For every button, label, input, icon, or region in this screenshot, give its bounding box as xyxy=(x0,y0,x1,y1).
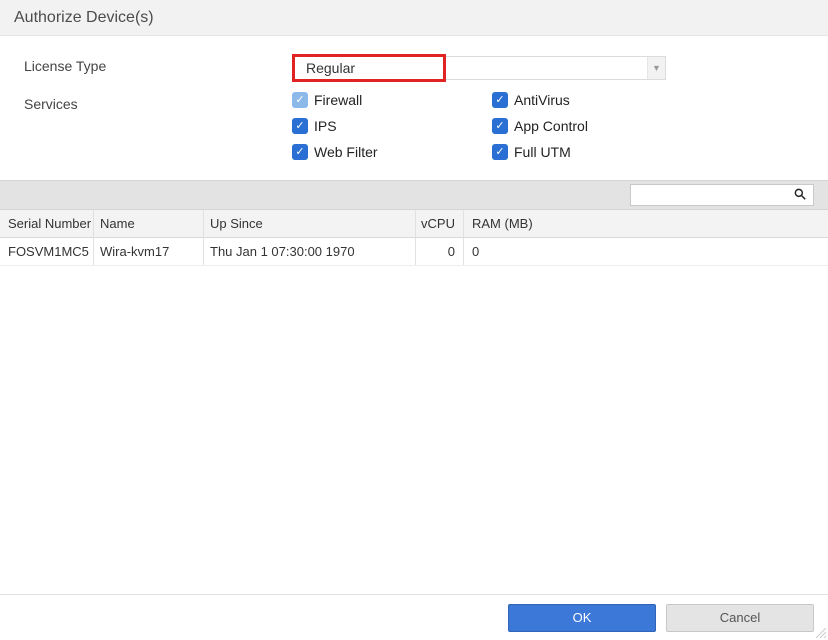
ok-button[interactable]: OK xyxy=(508,604,656,632)
cell-serial: FOSVM1MC5 xyxy=(0,238,94,265)
service-antivirus[interactable]: ✓ AntiVirus xyxy=(492,92,692,108)
label-license-type: License Type xyxy=(24,52,292,74)
service-firewall[interactable]: ✓ Firewall xyxy=(292,92,492,108)
cancel-button[interactable]: Cancel xyxy=(666,604,814,632)
value-services: ✓ Firewall ✓ AntiVirus ✓ IPS ✓ App Contr… xyxy=(292,90,812,162)
service-webfilter[interactable]: ✓ Web Filter xyxy=(292,144,492,160)
service-fullutm[interactable]: ✓ Full UTM xyxy=(492,144,692,160)
service-label: Full UTM xyxy=(514,144,571,160)
col-name[interactable]: Name xyxy=(94,210,204,237)
device-table: Serial Number Name Up Since vCPU RAM (MB… xyxy=(0,180,828,266)
resize-grip-icon[interactable] xyxy=(816,628,826,638)
license-type-select[interactable]: Regular ▼ xyxy=(292,54,812,82)
dialog-footer: OK Cancel xyxy=(0,594,828,640)
checkbox-icon: ✓ xyxy=(292,144,308,160)
form-area: License Type Regular ▼ Services ✓ Firewa… xyxy=(0,36,828,176)
col-ram[interactable]: RAM (MB) xyxy=(464,210,794,237)
services-grid: ✓ Firewall ✓ AntiVirus ✓ IPS ✓ App Contr… xyxy=(292,92,812,160)
cell-name: Wira-kvm17 xyxy=(94,238,204,265)
checkbox-icon: ✓ xyxy=(292,92,308,108)
col-serial[interactable]: Serial Number xyxy=(0,210,94,237)
search-input[interactable] xyxy=(630,184,814,206)
table-header: Serial Number Name Up Since vCPU RAM (MB… xyxy=(0,210,828,238)
label-services: Services xyxy=(24,90,292,112)
service-appcontrol[interactable]: ✓ App Control xyxy=(492,118,692,134)
cell-since: Thu Jan 1 07:30:00 1970 xyxy=(204,238,416,265)
service-label: AntiVirus xyxy=(514,92,570,108)
table-row[interactable]: FOSVM1MC5 Wira-kvm17 Thu Jan 1 07:30:00 … xyxy=(0,238,828,266)
checkbox-icon: ✓ xyxy=(292,118,308,134)
service-ips[interactable]: ✓ IPS xyxy=(292,118,492,134)
col-vcpu[interactable]: vCPU xyxy=(416,210,464,237)
license-type-tail: ▼ xyxy=(446,56,666,80)
cell-ram: 0 xyxy=(464,238,794,265)
table-toolbar xyxy=(0,180,828,210)
checkbox-icon: ✓ xyxy=(492,118,508,134)
service-label: Web Filter xyxy=(314,144,378,160)
value-license-type: Regular ▼ xyxy=(292,52,812,84)
chevron-down-icon[interactable]: ▼ xyxy=(647,57,665,79)
service-label: IPS xyxy=(314,118,337,134)
checkbox-icon: ✓ xyxy=(492,144,508,160)
row-services: Services ✓ Firewall ✓ AntiVirus ✓ IPS ✓ … xyxy=(24,90,812,162)
checkbox-icon: ✓ xyxy=(492,92,508,108)
dialog-titlebar: Authorize Device(s) xyxy=(0,0,828,36)
license-type-highlight: Regular xyxy=(292,54,446,82)
col-since[interactable]: Up Since xyxy=(204,210,416,237)
row-license-type: License Type Regular ▼ xyxy=(24,52,812,84)
service-label: Firewall xyxy=(314,92,362,108)
cell-vcpu: 0 xyxy=(416,238,464,265)
service-label: App Control xyxy=(514,118,588,134)
dialog-title: Authorize Device(s) xyxy=(14,9,154,27)
search-icon xyxy=(793,187,807,204)
license-type-selected: Regular xyxy=(296,60,355,76)
